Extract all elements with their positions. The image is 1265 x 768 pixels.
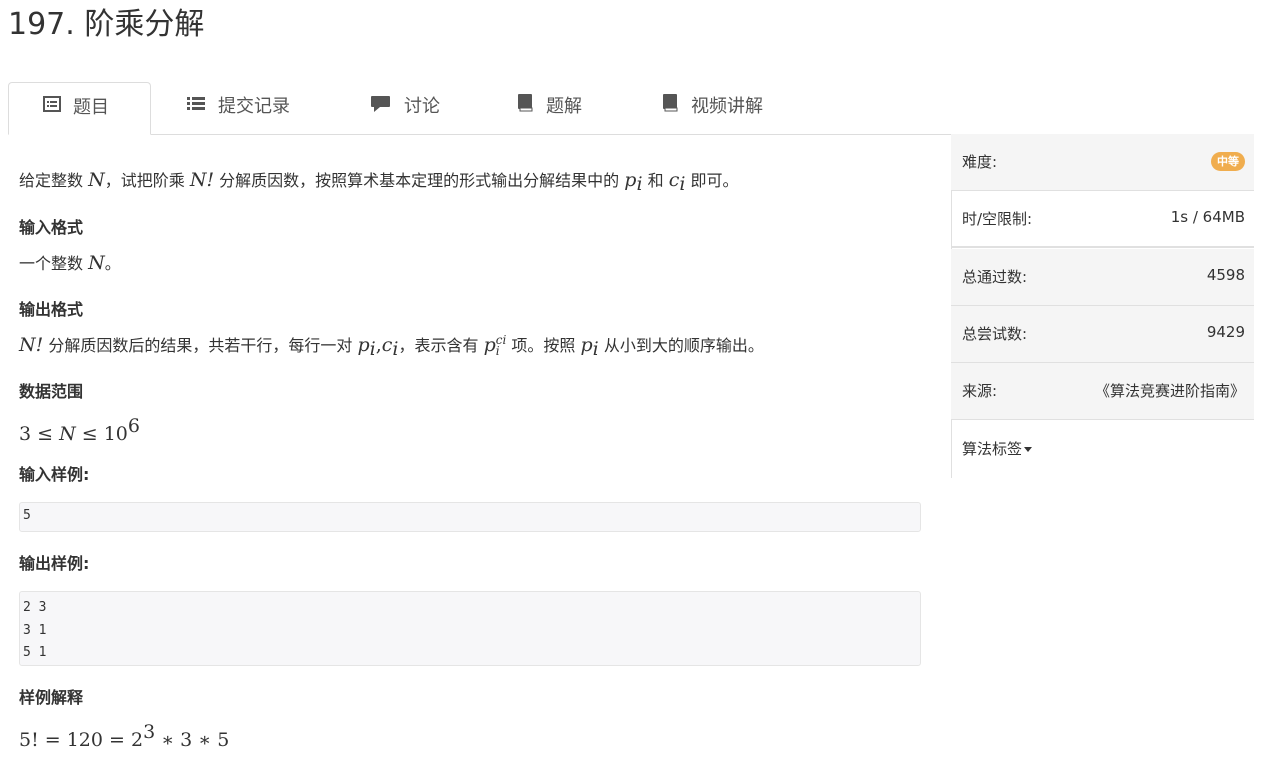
- limit-value: 1s / 64MB: [1170, 208, 1245, 226]
- tried-label: 总尝试数:: [962, 325, 1028, 343]
- text: 即可。: [685, 171, 739, 190]
- caret-down-icon: [1024, 447, 1033, 452]
- difficulty-badge: 中等: [1211, 152, 1245, 171]
- math-text: ∗ 3 ∗ 5: [155, 729, 230, 751]
- tags-row[interactable]: 算法标签: [951, 421, 1254, 478]
- sample-input-heading: 输入样例:: [19, 465, 90, 484]
- text: 从小到大的顺序输出。: [598, 336, 764, 355]
- passed-label: 总通过数:: [962, 268, 1028, 286]
- text: 项。按照: [506, 336, 581, 355]
- tab-submissions[interactable]: 提交记录: [186, 82, 290, 133]
- tab-submissions-label: 提交记录: [218, 96, 290, 117]
- sample-explanation-text: 5! = 120 = 23 ∗ 3 ∗ 5: [19, 720, 229, 753]
- text: 分解质因数后的结果，共若干行，每行一对: [43, 336, 358, 355]
- data-range-text: 3 ≤ N ≤ 106: [19, 414, 140, 447]
- math-supsub: ci i: [495, 334, 507, 358]
- text: ，试把阶乘: [104, 171, 190, 190]
- tab-bar: 题目 提交记录 讨论 题解 视频讲解: [8, 82, 1254, 135]
- book-icon: [661, 82, 679, 132]
- tab-solutions[interactable]: 题解: [516, 82, 582, 133]
- passed-row: 总通过数: 4598: [951, 249, 1254, 306]
- source-row: 来源: 《算法竞赛进阶指南》: [951, 363, 1254, 420]
- list-alt-icon: [43, 83, 61, 133]
- list-icon: [186, 82, 206, 132]
- math-sup: 6: [127, 415, 140, 437]
- sample-output-box[interactable]: 2 3 3 1 5 1: [19, 591, 921, 666]
- text: 给定整数: [19, 171, 89, 190]
- math-n-factorial: N!: [19, 334, 44, 356]
- math-c: c: [668, 169, 680, 191]
- input-format-text: 一个整数 N。: [19, 251, 121, 276]
- code-line: 5: [23, 508, 31, 523]
- text: ，表示含有: [398, 336, 484, 355]
- text: 一个整数: [19, 254, 89, 273]
- output-format-heading: 输出格式: [19, 300, 84, 319]
- limit-label: 时/空限制:: [962, 210, 1033, 228]
- data-range-heading: 数据范围: [19, 382, 84, 401]
- text: 。: [104, 254, 121, 273]
- math-p: p: [580, 334, 593, 356]
- math-n-factorial: N!: [189, 169, 215, 191]
- math-text: 3 ≤: [19, 423, 60, 445]
- tab-problem-label: 题目: [73, 97, 109, 118]
- output-format-text: N! 分解质因数后的结果，共若干行，每行一对 pi,ci，表示含有 p ci i 项…: [19, 333, 764, 361]
- tab-problem[interactable]: 题目: [8, 82, 151, 135]
- math-text: 5! = 120 = 2: [19, 729, 144, 751]
- tags-toggle[interactable]: 算法标签: [962, 438, 1033, 459]
- tab-video-label: 视频讲解: [691, 96, 763, 117]
- math-sup: 3: [143, 721, 156, 743]
- math-n: N: [88, 252, 105, 274]
- math-sub: i: [495, 344, 500, 358]
- math-p: p: [483, 334, 496, 356]
- comment-icon: [370, 82, 392, 132]
- text: 分解质因数，按照算术基本定理的形式输出分解结果中的: [214, 171, 625, 190]
- sample-output-heading: 输出样例:: [19, 554, 90, 573]
- tags-label: 算法标签: [962, 440, 1023, 458]
- code-line: 5 1: [23, 645, 47, 660]
- difficulty-row: 难度: 中等: [951, 134, 1254, 191]
- math-c: c: [381, 334, 393, 356]
- difficulty-label: 难度:: [962, 153, 998, 171]
- math-text: ≤ 10: [75, 423, 128, 445]
- math-p: p: [357, 334, 370, 356]
- tab-video[interactable]: 视频讲解: [661, 82, 763, 133]
- sample-input-box[interactable]: 5: [19, 502, 921, 532]
- passed-value: 4598: [1206, 266, 1245, 284]
- tab-discussion-label: 讨论: [404, 96, 440, 117]
- tab-discussion[interactable]: 讨论: [370, 82, 440, 133]
- limit-row: 时/空限制: 1s / 64MB: [951, 191, 1254, 248]
- source-value: 《算法竞赛进阶指南》: [1094, 382, 1245, 400]
- input-format-heading: 输入格式: [19, 218, 84, 237]
- tried-row: 总尝试数: 9429: [951, 306, 1254, 363]
- math-p: p: [624, 169, 637, 191]
- page-title: 197. 阶乘分解: [8, 7, 205, 42]
- book-icon: [516, 82, 534, 132]
- code-line: 2 3: [23, 600, 47, 615]
- text: 和: [642, 171, 669, 190]
- sample-explanation-heading: 样例解释: [19, 688, 84, 707]
- math-n: N: [59, 423, 76, 445]
- source-label: 来源:: [962, 382, 998, 400]
- tried-value: 9429: [1206, 323, 1245, 341]
- problem-description: 给定整数 N，试把阶乘 N! 分解质因数，按照算术基本定理的形式输出分解结果中的…: [19, 168, 739, 196]
- tab-solutions-label: 题解: [546, 96, 582, 117]
- code-line: 3 1: [23, 622, 47, 638]
- math-n: N: [88, 169, 105, 191]
